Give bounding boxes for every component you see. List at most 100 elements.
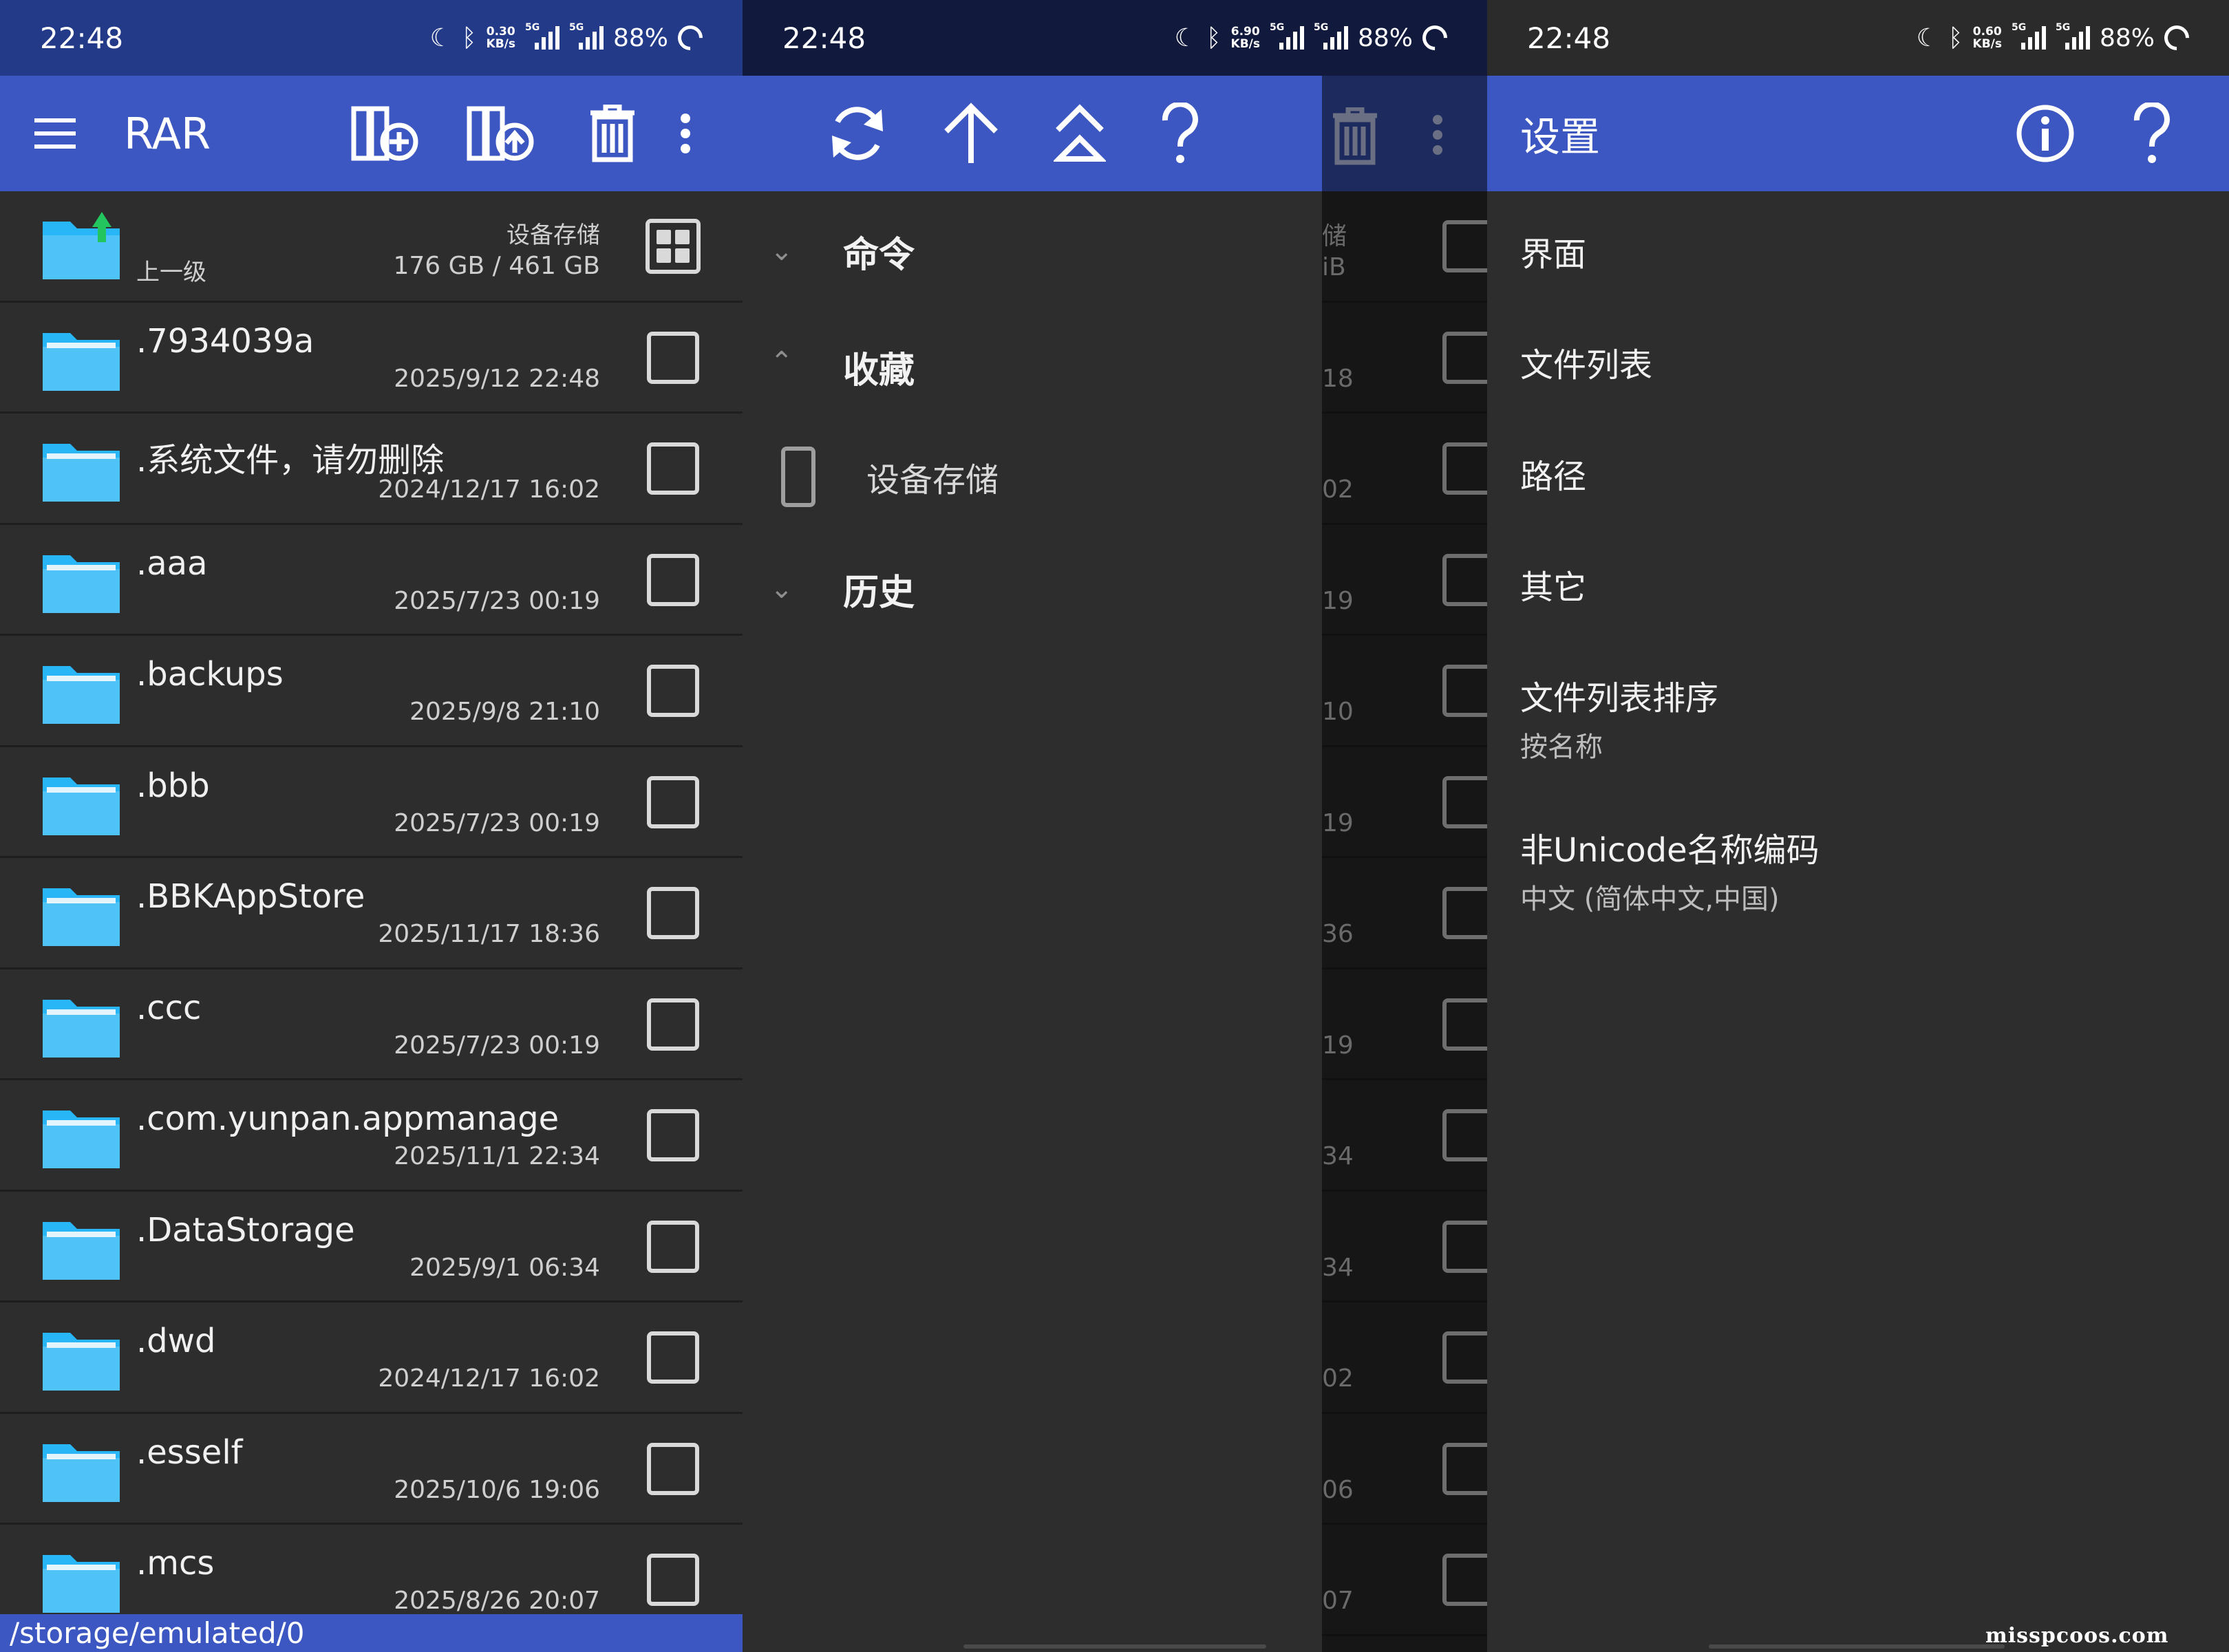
file-date: 2025/7/23 00:19 xyxy=(394,586,600,615)
select-checkbox[interactable] xyxy=(647,1331,699,1384)
status-bar: 22:48 ☾ ᛒ 0.30 KB/s 5G 5G 88% xyxy=(0,0,743,76)
moon-icon: ☾ xyxy=(429,23,452,52)
list-item[interactable]: .backups 2025/9/8 21:10 xyxy=(0,636,743,747)
folder-icon xyxy=(43,332,120,391)
drawer-item-favorites[interactable]: ⌃ 收藏 xyxy=(743,325,1322,408)
select-checkbox[interactable] xyxy=(647,1442,699,1495)
file-date: 2025/7/23 00:19 xyxy=(394,1031,600,1060)
nav-gesture-bar xyxy=(963,1644,1266,1649)
drawer-item-commands[interactable]: ⌄ 命令 xyxy=(743,210,1322,292)
dimmed-text: 02 xyxy=(1322,475,1354,504)
select-checkbox[interactable] xyxy=(647,998,699,1051)
folder-icon xyxy=(43,1221,120,1280)
settings-item-other[interactable]: 其它 xyxy=(1520,560,1586,608)
dimmed-row: 36 xyxy=(1322,858,1487,969)
signal-icon: 5G xyxy=(1270,22,1304,50)
grid-view-icon[interactable] xyxy=(646,219,701,274)
select-checkbox xyxy=(1442,553,1487,606)
battery-icon xyxy=(2159,20,2195,56)
info-icon[interactable] xyxy=(2016,104,2075,163)
file-name: .BBKAppStore xyxy=(136,877,365,916)
settings-item-sort[interactable]: 文件列表排序 按名称 xyxy=(1520,671,1718,764)
drawer-item-history[interactable]: ⌄ 历史 xyxy=(743,548,1322,630)
file-date: 2025/9/1 06:34 xyxy=(409,1253,600,1282)
arrow-up-icon[interactable] xyxy=(942,103,1000,164)
dimmed-row: 02 xyxy=(1322,414,1487,525)
grid-view-icon xyxy=(1442,220,1487,272)
settings-item-interface[interactable]: 界面 xyxy=(1520,227,1586,275)
dimmed-text: 19 xyxy=(1322,808,1354,837)
drawer-app-bar xyxy=(743,76,1322,191)
file-date: 2025/11/17 18:36 xyxy=(378,920,600,948)
dimmed-text: 19 xyxy=(1322,1031,1354,1060)
select-checkbox[interactable] xyxy=(647,775,699,828)
list-item[interactable]: .esself 2025/10/6 19:06 xyxy=(0,1414,743,1525)
select-checkbox[interactable] xyxy=(647,1109,699,1161)
folder-up-icon xyxy=(43,212,120,279)
select-checkbox xyxy=(1442,1220,1487,1273)
select-checkbox xyxy=(1442,1442,1487,1495)
chevron-up-icon: ⌃ xyxy=(770,346,793,378)
menu-icon[interactable] xyxy=(34,118,76,149)
list-item[interactable]: .系统文件，请勿删除 2024/12/17 16:02 xyxy=(0,414,743,525)
list-item[interactable]: .com.yunpan.appmanage 2025/11/1 22:34 xyxy=(0,1080,743,1192)
folder-icon xyxy=(43,444,120,502)
delete-icon[interactable] xyxy=(589,105,636,162)
phone-icon xyxy=(781,447,815,507)
dimmed-text: 06 xyxy=(1322,1475,1354,1504)
settings-item-file-list[interactable]: 文件列表 xyxy=(1520,338,1652,386)
list-item[interactable]: .aaa 2025/7/23 00:19 xyxy=(0,525,743,636)
file-date: 2025/7/23 00:19 xyxy=(394,808,600,837)
folder-icon xyxy=(43,666,120,724)
list-item[interactable]: .BBKAppStore 2025/11/17 18:36 xyxy=(0,858,743,969)
settings-panel: 22:48 ☾ ᛒ 0.60 KB/s 5G 5G 88% 设置 界面 文件列表… xyxy=(1487,0,2229,1652)
moon-icon: ☾ xyxy=(1916,23,1939,52)
folder-icon xyxy=(43,1333,120,1391)
list-item[interactable]: .DataStorage 2025/9/1 06:34 xyxy=(0,1192,743,1302)
select-checkbox xyxy=(1442,887,1487,939)
list-item[interactable]: .ccc 2025/7/23 00:19 xyxy=(0,969,743,1080)
select-checkbox[interactable] xyxy=(647,331,699,384)
list-item[interactable]: .dwd 2024/12/17 16:02 xyxy=(0,1302,743,1414)
dimmed-row: 06 xyxy=(1322,1414,1487,1525)
status-time: 22:48 xyxy=(782,21,866,55)
list-item[interactable]: .bbb 2025/7/23 00:19 xyxy=(0,747,743,858)
dimmed-row: 07 xyxy=(1322,1525,1487,1636)
extract-icon[interactable] xyxy=(467,105,535,162)
select-checkbox[interactable] xyxy=(647,1554,699,1606)
dimmed-text: 10 xyxy=(1322,698,1354,726)
settings-item-path[interactable]: 路径 xyxy=(1520,449,1586,497)
dimmed-row: 19 xyxy=(1322,525,1487,636)
dimmed-text: 36 xyxy=(1322,920,1354,948)
dimmed-row: 10 xyxy=(1322,636,1487,747)
folder-icon xyxy=(43,777,120,835)
help-icon[interactable] xyxy=(2131,103,2173,164)
more-vert-icon[interactable] xyxy=(680,113,691,154)
parent-folder-row[interactable]: 上一级 设备存储 176 GB / 461 GB xyxy=(0,191,743,303)
help-icon[interactable] xyxy=(1160,103,1201,164)
dimmed-text: 19 xyxy=(1322,586,1354,615)
signal-icon: 5G xyxy=(525,22,559,50)
signal-icon: 5G xyxy=(2012,22,2046,50)
select-checkbox xyxy=(1442,775,1487,828)
select-checkbox xyxy=(1442,998,1487,1051)
path-bar: /storage/emulated/0 xyxy=(0,1614,743,1652)
file-name: .DataStorage xyxy=(136,1210,355,1249)
drawer-item-device-storage[interactable]: 设备存储 xyxy=(743,436,1322,518)
add-to-archive-icon[interactable] xyxy=(351,105,420,162)
select-checkbox[interactable] xyxy=(647,553,699,606)
folder-icon xyxy=(43,1555,120,1613)
settings-item-encoding[interactable]: 非Unicode名称编码 中文 (简体中文,中国) xyxy=(1520,823,1820,916)
select-checkbox[interactable] xyxy=(647,442,699,495)
select-checkbox[interactable] xyxy=(647,1220,699,1273)
battery-level: 88% xyxy=(2099,23,2155,52)
refresh-icon[interactable] xyxy=(826,103,888,164)
root-icon[interactable] xyxy=(1054,103,1106,164)
file-date: 2025/11/1 22:34 xyxy=(394,1142,600,1170)
bluetooth-icon: ᛒ xyxy=(461,23,477,52)
list-item[interactable]: .7934039a 2025/9/12 22:48 xyxy=(0,303,743,414)
select-checkbox[interactable] xyxy=(647,665,699,717)
file-name: .mcs xyxy=(136,1544,215,1583)
network-speed: 6.90 KB/s xyxy=(1230,25,1260,51)
select-checkbox[interactable] xyxy=(647,887,699,939)
